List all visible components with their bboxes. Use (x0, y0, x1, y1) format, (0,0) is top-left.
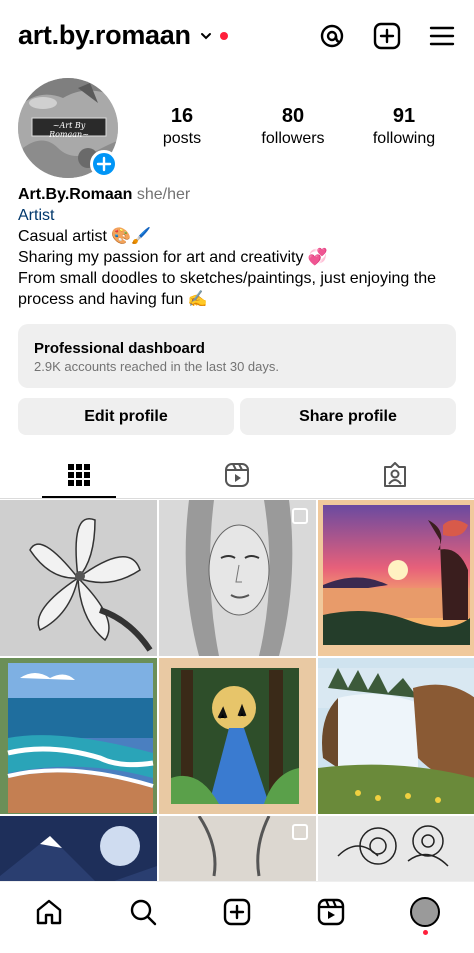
post-thumbnail[interactable] (318, 658, 474, 814)
top-bar: art.by.romaan (0, 0, 474, 72)
search-icon[interactable] (129, 898, 157, 926)
tabs-divider (0, 498, 474, 499)
create-post-icon[interactable] (223, 898, 251, 926)
pronouns: she/her (136, 186, 191, 203)
bio-line: From small doodles to sketches/paintings… (18, 270, 436, 287)
threads-icon[interactable] (318, 22, 346, 50)
profile-bio: Art.By.Romaan she/her Artist Casual arti… (18, 184, 463, 310)
bio-line: Casual artist 🎨🖌️ (18, 228, 152, 245)
add-story-button[interactable] (90, 150, 118, 178)
posts-count: 16 (170, 105, 194, 127)
active-tab-indicator (42, 496, 116, 498)
reels-icon[interactable] (317, 898, 345, 926)
menu-icon[interactable] (428, 22, 456, 50)
bio-line: Sharing my passion for art and creativit… (18, 249, 328, 266)
edit-profile-button[interactable]: Edit profile (18, 398, 234, 435)
notification-dot (220, 32, 228, 40)
post-thumbnail[interactable] (0, 658, 157, 814)
professional-dashboard[interactable]: Professional dashboard 2.9K accounts rea… (18, 324, 456, 388)
profile-tab-avatar[interactable] (410, 897, 440, 927)
create-icon[interactable] (373, 22, 401, 50)
following-label: following (372, 130, 436, 147)
share-profile-button[interactable]: Share profile (240, 398, 456, 435)
dashboard-title: Professional dashboard (34, 340, 205, 357)
post-thumbnail[interactable] (0, 816, 157, 890)
followers-stat[interactable]: 80 followers (238, 104, 348, 150)
chevron-down-icon[interactable] (200, 30, 212, 42)
bio-line: process and having fun ✍️ (18, 291, 208, 308)
posts-label: posts (162, 130, 202, 147)
plus-icon (96, 156, 112, 172)
posts-stat[interactable]: 16 posts (127, 104, 237, 150)
active-tab-dot (423, 930, 428, 935)
reels-icon (225, 463, 249, 487)
tab-reels[interactable] (217, 455, 257, 495)
bottom-navigation (0, 881, 474, 953)
multiple-posts-icon (292, 824, 308, 840)
tab-tagged[interactable] (375, 455, 415, 495)
dashboard-subtitle: 2.9K accounts reached in the last 30 day… (34, 359, 279, 374)
following-count: 91 (392, 105, 416, 127)
post-thumbnail[interactable] (318, 816, 474, 890)
avatar-logo-text: ~Art By Romaan~ (49, 121, 89, 139)
tab-posts[interactable] (59, 455, 99, 495)
post-thumbnail[interactable] (0, 500, 157, 656)
post-thumbnail[interactable] (159, 816, 316, 890)
display-name: Art.By.Romaan (18, 186, 133, 203)
profile-category[interactable]: Artist (18, 205, 463, 226)
account-username[interactable]: art.by.romaan (18, 20, 191, 51)
multiple-posts-icon (292, 508, 308, 524)
tagged-icon (384, 462, 406, 487)
post-thumbnail[interactable] (159, 658, 316, 814)
profile-avatar[interactable]: ~Art By Romaan~ (18, 78, 118, 178)
home-icon[interactable] (35, 898, 63, 926)
post-thumbnail[interactable] (159, 500, 316, 656)
post-thumbnail[interactable] (318, 500, 474, 656)
followers-label: followers (261, 130, 325, 147)
posts-grid (0, 500, 474, 890)
grid-icon (68, 464, 90, 486)
following-stat[interactable]: 91 following (349, 104, 459, 150)
followers-count: 80 (281, 105, 305, 127)
